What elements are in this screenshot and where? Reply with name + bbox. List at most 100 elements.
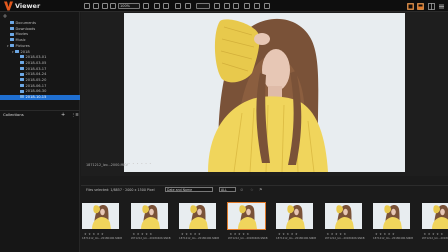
collections-header: Collections bbox=[0, 110, 80, 118]
collections-label: Collections bbox=[3, 112, 24, 117]
thumbnail[interactable] bbox=[373, 203, 410, 229]
filter-dropdown[interactable]: ALL bbox=[219, 187, 236, 192]
thumbnail[interactable] bbox=[276, 203, 313, 229]
info-icon[interactable] bbox=[175, 3, 181, 9]
view-mode-1-icon[interactable] bbox=[407, 2, 414, 10]
share-icon[interactable] bbox=[264, 3, 270, 9]
add-collection-icon[interactable]: + bbox=[61, 112, 65, 118]
thumbnail-rating[interactable]: ★ ★ ★ ★ ★ bbox=[278, 232, 298, 236]
folder-label: 2018-03-01 bbox=[25, 55, 47, 60]
viewer-filename: 1871212_lzo...2000.MKV bbox=[86, 163, 128, 167]
folder-item[interactable]: 2018-05-20 bbox=[0, 78, 80, 83]
thumbnail-rating[interactable]: ★ ★ ★ ★ ★ bbox=[133, 232, 153, 236]
thumbnail-caption: 1871212_lzo...20180406.SNKB bbox=[324, 237, 365, 240]
thumbnail-rating[interactable]: ★ ★ ★ ★ ★ bbox=[230, 232, 250, 236]
folder-label: 2018-10-15 bbox=[25, 95, 47, 100]
folder-item[interactable]: 2018-04-24 bbox=[0, 72, 80, 77]
view-dropdown[interactable] bbox=[196, 3, 210, 9]
folder-label: 2018-03-17 bbox=[25, 66, 47, 71]
folder-icon bbox=[10, 38, 14, 42]
thumbnail-caption: 1871212_lzo...20180406.SNKB bbox=[276, 237, 316, 240]
fullscreen-icon[interactable] bbox=[244, 3, 250, 9]
folder-icon bbox=[20, 55, 24, 59]
fit-icon[interactable] bbox=[102, 3, 108, 9]
crop-icon[interactable] bbox=[233, 3, 239, 9]
folder-icon bbox=[20, 72, 24, 76]
zoom-dropdown[interactable]: 100% bbox=[118, 3, 140, 9]
thumbnail-caption: 1871212_lzo...20180406.SNKB bbox=[82, 237, 122, 240]
folder-icon bbox=[20, 61, 24, 65]
folder-item[interactable]: 2018-03-17 bbox=[0, 67, 80, 72]
thumbnail[interactable] bbox=[82, 203, 119, 229]
main-photo[interactable] bbox=[124, 13, 405, 172]
folder-label: Music bbox=[15, 38, 26, 43]
thumbnail[interactable] bbox=[130, 203, 168, 229]
folder-item[interactable]: ▾ 2018 bbox=[0, 50, 80, 55]
folder-item[interactable]: Movies bbox=[0, 32, 80, 37]
thumbnail[interactable] bbox=[179, 203, 216, 229]
app-logo-icon bbox=[4, 1, 13, 11]
collection-menu-icon[interactable]: ⋮≡ bbox=[71, 112, 79, 117]
folder-item[interactable]: 2018-03-01 bbox=[0, 55, 80, 60]
rotate-left-icon[interactable] bbox=[84, 3, 90, 9]
thumbnail[interactable] bbox=[324, 203, 362, 229]
compare-icon[interactable] bbox=[154, 3, 160, 9]
zoom-out-icon[interactable] bbox=[110, 3, 116, 9]
thumbnail-rating[interactable]: ★ ★ ★ ★ ★ bbox=[84, 232, 104, 236]
folder-label: Movies bbox=[15, 32, 29, 37]
folder-item[interactable]: Downloads bbox=[0, 27, 80, 32]
folder-item[interactable]: Music bbox=[0, 38, 80, 43]
thumbnail[interactable] bbox=[226, 202, 266, 230]
folders-sidebar: Documents Downloads Movies Music ▾ Pictures ▾ 2… bbox=[0, 12, 80, 252]
folder-item[interactable]: 2018-06-30 bbox=[0, 89, 80, 94]
histogram-icon[interactable] bbox=[185, 3, 191, 9]
portrait-image bbox=[124, 13, 405, 172]
files-selected-text: Files selected: 1/8857 · 2000 x 1500 Pix… bbox=[86, 187, 155, 192]
zoom-in-icon[interactable] bbox=[143, 3, 149, 9]
folder-label: 2018-06-30 bbox=[25, 89, 47, 94]
folder-icon bbox=[20, 95, 24, 99]
grid-icon[interactable] bbox=[163, 3, 169, 9]
filter-clear-icon[interactable]: ⊘ bbox=[240, 187, 243, 192]
thumbnail-rating[interactable]: ★ ★ ★ ★ ★ bbox=[181, 232, 201, 236]
rotate-right-icon[interactable] bbox=[93, 3, 99, 9]
thumbnail-caption: 1871212_lzo...20180406.SNKB bbox=[421, 237, 448, 240]
folder-label: 2018 bbox=[20, 49, 30, 54]
folder-icon bbox=[20, 89, 24, 93]
view-mode-3-icon[interactable] bbox=[428, 2, 435, 10]
folder-item[interactable]: 2018-10-15 bbox=[0, 95, 80, 101]
thumbnail-rating[interactable]: ★ ★ ★ ★ ★ bbox=[327, 232, 347, 236]
app-title: Viewer bbox=[15, 2, 41, 10]
folder-item[interactable]: 2018-06-17 bbox=[0, 84, 80, 89]
sidebar-toggle-icon[interactable] bbox=[2, 13, 8, 19]
folder-icon bbox=[10, 21, 14, 25]
folder-icon bbox=[20, 66, 24, 70]
thumbnail-rating[interactable]: ★ ★ ★ ★ ★ bbox=[424, 232, 444, 236]
exposure-icon[interactable] bbox=[224, 3, 230, 9]
folder-icon bbox=[20, 83, 24, 87]
thumbnail-caption: 1871212_lzo...20180406.SNKB bbox=[373, 237, 413, 240]
app-header: Viewer 100% bbox=[0, 0, 448, 12]
filter-star-icon[interactable]: ☆ bbox=[250, 187, 254, 192]
folder-icon bbox=[10, 44, 14, 47]
folder-label: Documents bbox=[15, 21, 37, 25]
slideshow-icon[interactable] bbox=[254, 3, 260, 9]
thumbnail[interactable] bbox=[421, 203, 448, 229]
folder-item[interactable]: 2018-03-05 bbox=[0, 61, 80, 66]
folder-icon bbox=[15, 49, 19, 53]
menu-icon[interactable] bbox=[438, 3, 445, 10]
folder-icon bbox=[20, 78, 24, 82]
image-icon[interactable] bbox=[214, 3, 220, 9]
thumbnail-rating[interactable]: ★ ★ ★ ★ ★ bbox=[375, 232, 395, 236]
folder-label: Downloads bbox=[15, 26, 36, 31]
folder-item[interactable]: ▾ Pictures bbox=[0, 44, 80, 49]
folder-label: 2018-06-17 bbox=[25, 83, 47, 88]
folder-icon bbox=[10, 32, 14, 36]
filter-flag-icon[interactable]: ⚑ bbox=[259, 187, 263, 192]
folder-label: 2018-04-24 bbox=[25, 72, 47, 77]
folder-label: 2018-03-05 bbox=[25, 60, 47, 65]
viewer-rating[interactable]: • • • • • • bbox=[128, 162, 152, 166]
view-mode-2-icon[interactable] bbox=[417, 2, 424, 10]
folder-item[interactable]: Documents bbox=[0, 21, 80, 26]
sort-dropdown[interactable]: Date and Name bbox=[165, 187, 213, 192]
